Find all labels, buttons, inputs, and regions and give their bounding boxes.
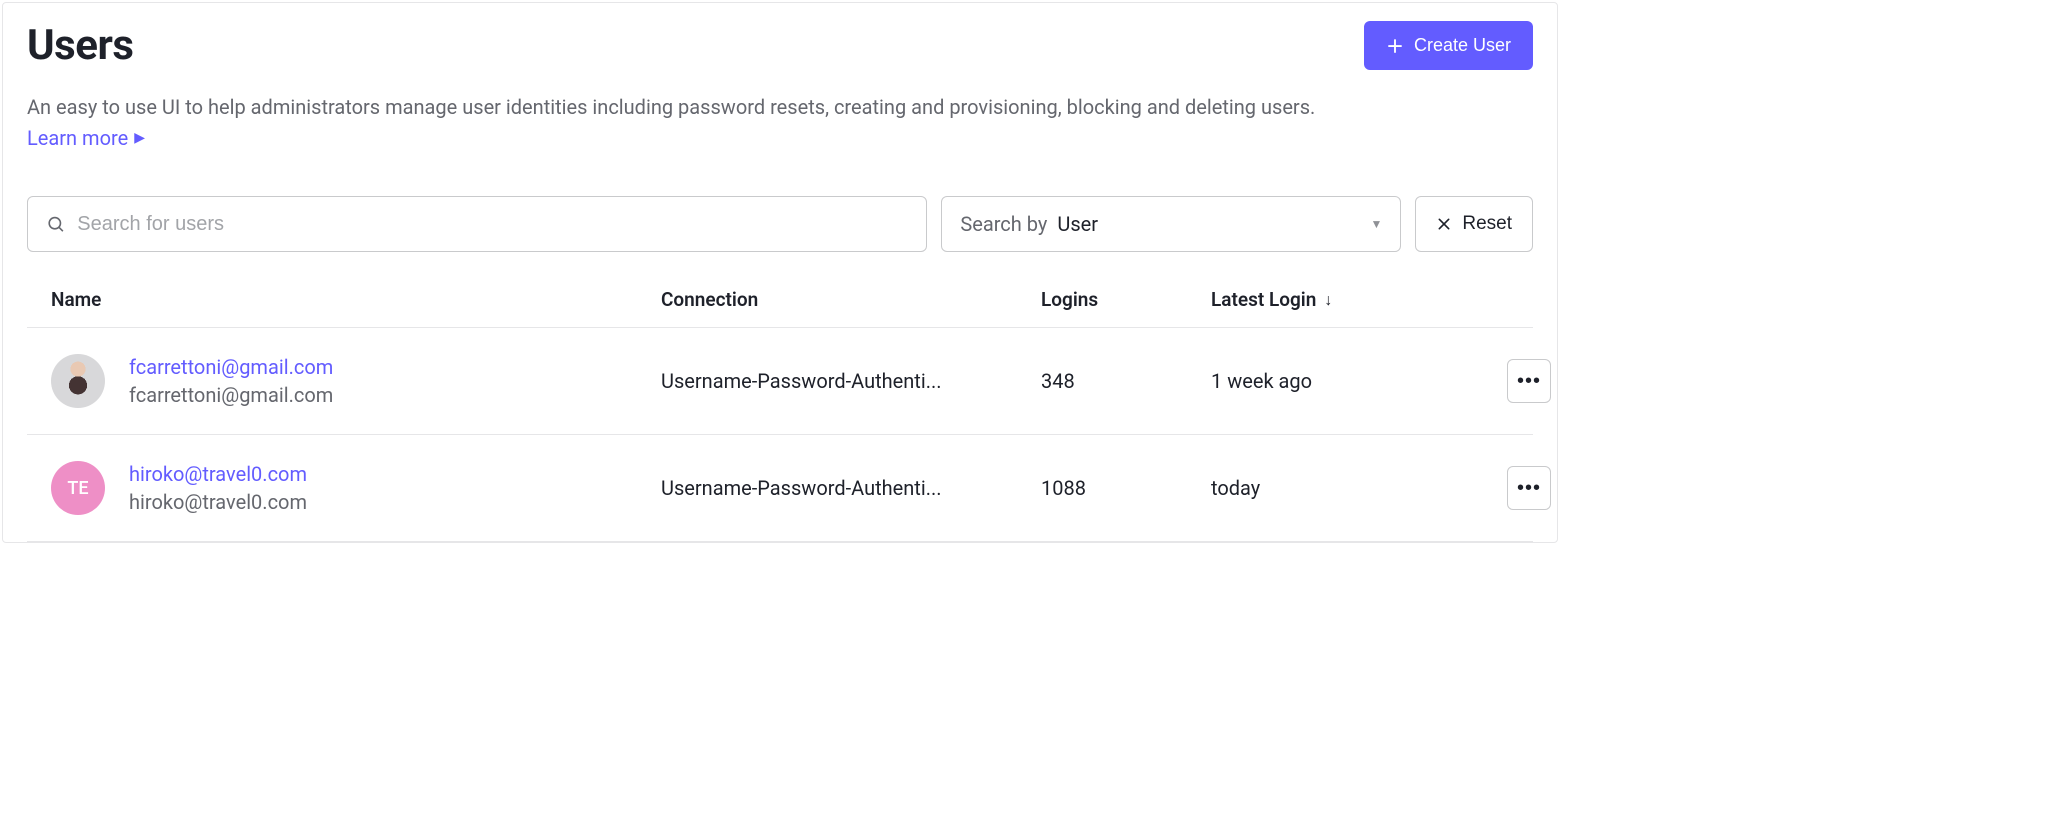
header-row: Users Create User <box>27 21 1533 70</box>
col-name[interactable]: Name <box>51 288 661 311</box>
reset-label: Reset <box>1462 213 1512 235</box>
users-panel: Users Create User An easy to use UI to h… <box>2 2 1558 543</box>
user-texts: hiroko@travel0.com hiroko@travel0.com <box>129 462 307 514</box>
table-row: fcarrettoni@gmail.com fcarrettoni@gmail.… <box>27 328 1533 435</box>
create-user-label: Create User <box>1414 35 1511 56</box>
search-box[interactable] <box>27 196 927 252</box>
user-cell: TE hiroko@travel0.com hiroko@travel0.com <box>51 461 661 515</box>
row-actions-button[interactable]: ••• <box>1507 466 1551 510</box>
avatar <box>51 354 105 408</box>
reset-button[interactable]: Reset <box>1415 196 1533 252</box>
page-title: Users <box>27 21 133 70</box>
user-cell: fcarrettoni@gmail.com fcarrettoni@gmail.… <box>51 354 661 408</box>
search-icon <box>46 214 65 234</box>
learn-more-label: Learn more <box>27 126 128 150</box>
controls-row: Search by User ▼ Reset <box>27 196 1533 252</box>
col-connection[interactable]: Connection <box>661 288 1041 311</box>
chevron-down-icon: ▼ <box>1370 217 1382 231</box>
search-by-select[interactable]: Search by User ▼ <box>941 196 1401 252</box>
actions-cell: ••• <box>1471 466 1551 510</box>
table-row: TE hiroko@travel0.com hiroko@travel0.com… <box>27 435 1533 542</box>
close-icon <box>1436 216 1452 232</box>
user-name-link[interactable]: fcarrettoni@gmail.com <box>129 355 333 379</box>
logins-cell: 348 <box>1041 369 1211 393</box>
search-by-value: User <box>1057 212 1098 236</box>
search-input[interactable] <box>77 213 908 236</box>
col-latest-login[interactable]: Latest Login ↓ <box>1211 288 1471 311</box>
more-horizontal-icon: ••• <box>1517 477 1541 500</box>
plus-icon <box>1386 37 1404 55</box>
user-name-link[interactable]: hiroko@travel0.com <box>129 462 307 486</box>
latest-login-cell: 1 week ago <box>1211 369 1471 393</box>
sort-down-icon: ↓ <box>1324 290 1332 310</box>
create-user-button[interactable]: Create User <box>1364 21 1533 70</box>
actions-cell: ••• <box>1471 359 1551 403</box>
user-email: hiroko@travel0.com <box>129 490 307 514</box>
search-by-label: Search by <box>960 212 1047 236</box>
table-header: Name Connection Logins Latest Login ↓ <box>27 288 1533 328</box>
latest-login-cell: today <box>1211 476 1471 500</box>
logins-cell: 1088 <box>1041 476 1211 500</box>
more-horizontal-icon: ••• <box>1517 370 1541 393</box>
connection-cell: Username-Password-Authenti... <box>661 369 1041 393</box>
users-table: Name Connection Logins Latest Login ↓ fc… <box>27 288 1533 542</box>
page-description: An easy to use UI to help administrators… <box>27 92 1533 122</box>
play-icon: ▶ <box>134 130 145 146</box>
row-actions-button[interactable]: ••• <box>1507 359 1551 403</box>
avatar: TE <box>51 461 105 515</box>
connection-cell: Username-Password-Authenti... <box>661 476 1041 500</box>
col-logins[interactable]: Logins <box>1041 288 1211 311</box>
learn-more-link[interactable]: Learn more ▶ <box>27 126 145 150</box>
user-texts: fcarrettoni@gmail.com fcarrettoni@gmail.… <box>129 355 333 407</box>
user-email: fcarrettoni@gmail.com <box>129 383 333 407</box>
